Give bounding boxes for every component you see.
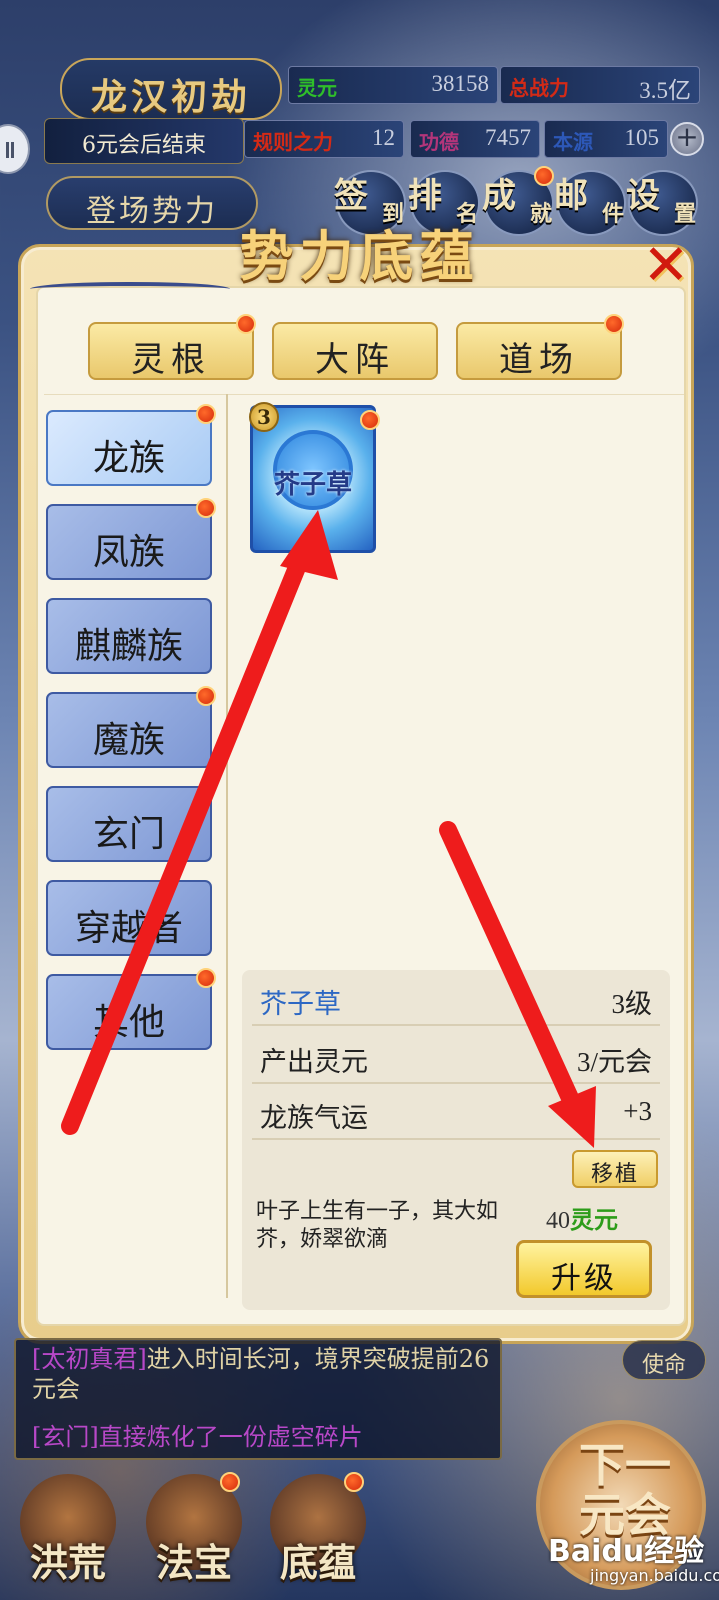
- upgrade-label: 升级: [551, 1261, 617, 1296]
- add-resource-button[interactable]: +: [670, 122, 704, 156]
- countdown-text: 6元会后结束: [82, 133, 206, 158]
- category-label: 其他: [92, 1002, 165, 1043]
- stat-origin: 本源 105: [544, 120, 668, 158]
- output-label: 产出灵元: [260, 1047, 368, 1078]
- notification-dot: [604, 314, 624, 334]
- category-label: 穿越者: [74, 908, 183, 949]
- detail-row-output: 产出灵元 3/元会: [252, 1028, 660, 1084]
- next-era-label: 下一元会: [579, 1438, 671, 1542]
- category-label: 龙族: [92, 438, 165, 479]
- log-line: [玄门]直接炼化了一份虚空碎片: [32, 1423, 363, 1451]
- cost-value: 40: [546, 1208, 570, 1234]
- tab-spirit-root[interactable]: 灵根: [88, 322, 254, 380]
- category-traveler[interactable]: 穿越者: [46, 880, 212, 956]
- item-name: 芥子草: [273, 470, 352, 500]
- stage-title: 龙汉初劫: [90, 76, 251, 118]
- notification-dot: [534, 166, 554, 186]
- checkin-label: 签: [334, 176, 368, 216]
- tab-label: 大阵: [315, 340, 395, 380]
- category-xuanmen[interactable]: 玄门: [46, 786, 212, 862]
- spirit-root-card[interactable]: 芥子草 3: [249, 402, 376, 553]
- notification-dot: [344, 1472, 364, 1492]
- category-other[interactable]: 其他: [46, 974, 212, 1050]
- modal-title: 势力底蕴: [239, 224, 480, 288]
- notification-dot: [196, 404, 216, 424]
- category-label: 玄门: [92, 814, 165, 855]
- stat-spirit-energy: 灵元 38158: [288, 66, 498, 104]
- output-value: 3/元会: [576, 1047, 652, 1077]
- category-label: 魔族: [92, 720, 165, 761]
- log-tag: [太初真君]: [32, 1345, 147, 1373]
- item-description: 叶子上生有一子，其大如芥，娇翠欲滴: [256, 1199, 499, 1252]
- notification-dot: [196, 498, 216, 518]
- detail-item-level: 3级: [611, 989, 653, 1019]
- event-log: [太初真君]进入时间长河，境界突破提前26元会 [玄门]直接炼化了一份虚空碎片: [14, 1338, 502, 1460]
- category-demon[interactable]: 魔族: [46, 692, 212, 768]
- watermark-logo: Baidu经验: [548, 1534, 705, 1569]
- notification-dot: [196, 968, 216, 988]
- stat-label: 灵元: [297, 76, 337, 100]
- achievement-label: 成: [482, 176, 516, 216]
- upgrade-cost: 40灵元: [546, 1200, 618, 1235]
- log-line: [太初真君]进入时间长河，境界突破提前26元会: [32, 1344, 500, 1404]
- stat-value: 105: [624, 125, 660, 150]
- nav-label: 法宝: [155, 1540, 232, 1585]
- detail-row-name: 芥子草 3级: [252, 970, 660, 1026]
- tab-label: 道场: [499, 340, 579, 380]
- stat-value: 12: [372, 125, 395, 150]
- category-dragon[interactable]: 龙族: [46, 410, 212, 486]
- stat-total-power: 总战力 3.5亿: [500, 66, 700, 104]
- nav-label: 洪荒: [29, 1540, 106, 1585]
- stat-label: 总战力: [509, 76, 569, 100]
- stat-label: 功德: [419, 130, 459, 154]
- category-label: 凤族: [92, 532, 165, 573]
- stat-value: 3.5亿: [639, 78, 691, 103]
- missions-label: 使命: [641, 1353, 686, 1378]
- stat-merit: 功德 7457: [410, 120, 540, 158]
- watermark-url: jingyan.baidu.com: [590, 1566, 719, 1585]
- notification-dot: [220, 1472, 240, 1492]
- detail-item-name: 芥子草: [260, 989, 341, 1020]
- notification-dot: [236, 314, 256, 334]
- ranking-label: 排: [408, 176, 442, 216]
- item-level-badge: 3: [249, 402, 279, 432]
- cost-unit: 灵元: [570, 1205, 618, 1234]
- countdown-plate: 6元会后结束: [44, 118, 244, 164]
- transplant-label: 移植: [590, 1162, 639, 1187]
- settings-label: 设: [626, 176, 660, 216]
- missions-button[interactable]: 使命: [622, 1340, 706, 1380]
- detail-row-fortune: 龙族气运 +3: [252, 1084, 660, 1140]
- fortune-label: 龙族气运: [260, 1103, 368, 1134]
- stage-title-plate: 龙汉初劫: [60, 58, 282, 120]
- close-button[interactable]: ✕: [638, 238, 694, 296]
- upgrade-button[interactable]: 升级: [516, 1240, 652, 1298]
- side-drawer-tab[interactable]: [0, 124, 30, 174]
- notification-dot: [360, 410, 380, 430]
- category-label: 麒麟族: [74, 626, 183, 667]
- divider: [226, 394, 228, 1298]
- stat-value: 7457: [485, 125, 531, 150]
- stat-value: 38158: [431, 71, 490, 96]
- category-qilin[interactable]: 麒麟族: [46, 598, 212, 674]
- stat-rule-power: 规则之力 12: [244, 120, 404, 158]
- tab-label: 灵根: [131, 340, 211, 380]
- divider: [44, 394, 684, 395]
- nav-primordial[interactable]: 洪荒: [14, 1470, 122, 1590]
- category-phoenix[interactable]: 凤族: [46, 504, 212, 580]
- tab-dojo[interactable]: 道场: [456, 322, 622, 380]
- fortune-value: +3: [623, 1096, 652, 1126]
- notification-dot: [196, 686, 216, 706]
- mail-label: 邮: [554, 176, 588, 216]
- tab-formation[interactable]: 大阵: [272, 322, 438, 380]
- stat-label: 规则之力: [253, 130, 333, 154]
- stat-label: 本源: [553, 130, 593, 154]
- nav-label: 底蕴: [279, 1540, 356, 1585]
- pause-icon: [6, 142, 14, 158]
- transplant-button[interactable]: 移植: [572, 1150, 658, 1188]
